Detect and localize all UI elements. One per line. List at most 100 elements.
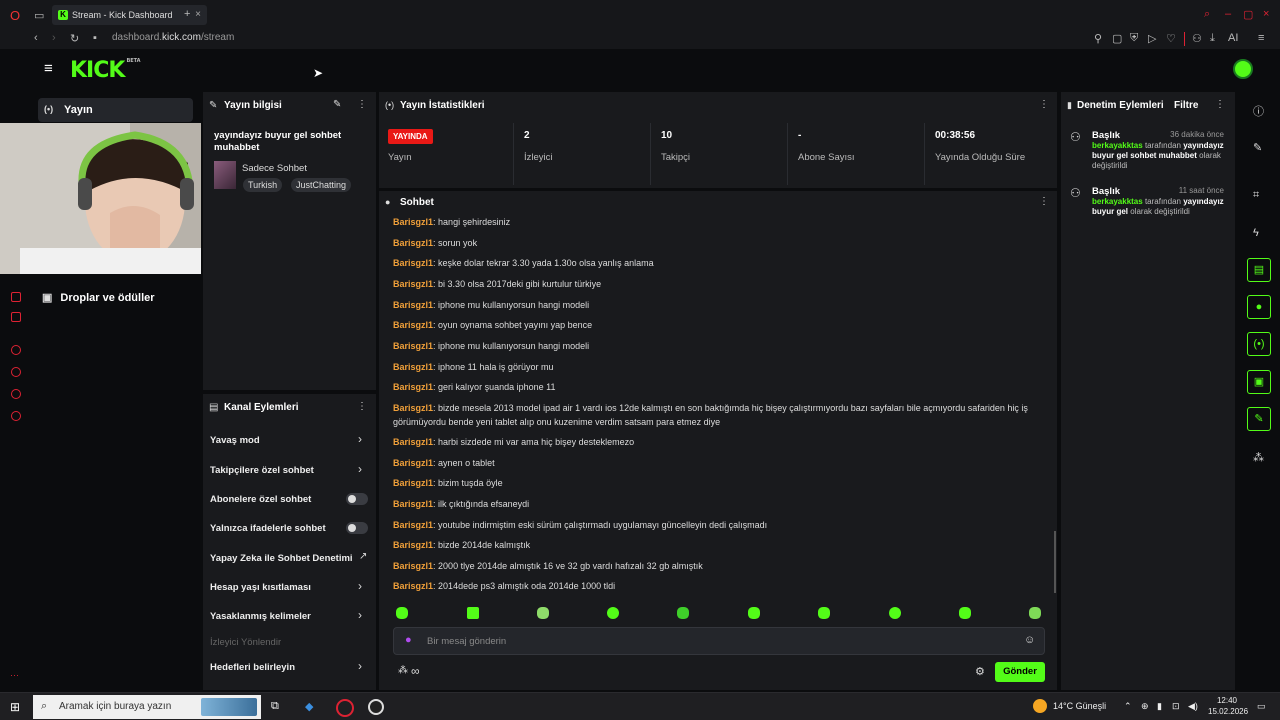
tray-icon[interactable]: ⊕: [1141, 701, 1149, 712]
category-name[interactable]: Sadece Sohbet: [242, 163, 307, 174]
tabs-icon[interactable]: ▭: [34, 9, 44, 22]
apps-icon[interactable]: ⁂: [1253, 451, 1264, 464]
reload-icon[interactable]: ↻: [70, 32, 79, 45]
emote-icon[interactable]: [396, 607, 408, 619]
channel-action-slow-mode[interactable]: Yavaş mod: [210, 435, 260, 446]
info-icon[interactable]: ⓘ: [1253, 103, 1264, 119]
screenshot-icon[interactable]: ⌗: [1253, 189, 1259, 202]
chat-input[interactable]: ● Bir mesaj gönderin ☺: [393, 627, 1045, 655]
chat-username[interactable]: Barisgzl1: [393, 499, 433, 509]
taskbar-search[interactable]: ⌕ Aramak için buraya yazın: [33, 695, 261, 719]
moderator-name[interactable]: berkayakktas: [1092, 141, 1143, 150]
chevron-right-icon[interactable]: ›: [358, 432, 362, 446]
emote-icon[interactable]: [1029, 607, 1041, 619]
emote-icon[interactable]: [818, 607, 830, 619]
chat-username[interactable]: Barisgzl1: [393, 458, 433, 468]
emote-icon[interactable]: [467, 607, 479, 619]
channel-action-banned-words[interactable]: Yasaklanmış kelimeler: [210, 611, 311, 622]
chevron-right-icon[interactable]: ›: [358, 608, 362, 622]
tray-icon[interactable]: ⊡: [1172, 701, 1180, 712]
external-link-icon[interactable]: ↗: [359, 551, 367, 562]
tag[interactable]: Turkish: [243, 178, 283, 192]
close-tab-icon[interactable]: ×: [195, 9, 201, 20]
menu-icon[interactable]: ≡: [1258, 32, 1264, 44]
back-icon[interactable]: ‹: [34, 32, 38, 44]
chat-username[interactable]: Barisgzl1: [393, 581, 433, 591]
emote-icon[interactable]: [677, 607, 689, 619]
subscribers-only-toggle[interactable]: [346, 493, 368, 505]
windows-start-icon[interactable]: ⊞: [10, 700, 20, 714]
sidebar-app-icon[interactable]: [11, 292, 21, 302]
chevron-right-icon[interactable]: ›: [358, 462, 362, 476]
chat-scrollbar[interactable]: [1054, 531, 1056, 593]
chat-username[interactable]: Barisgzl1: [393, 437, 433, 447]
close-window-icon[interactable]: ×: [1263, 8, 1269, 20]
chat-panel-button[interactable]: ●: [1247, 295, 1271, 319]
nav-item-stream[interactable]: (•) Yayın: [38, 98, 193, 122]
chat-username[interactable]: Barisgzl1: [393, 217, 433, 227]
emote-icon[interactable]: [889, 607, 901, 619]
heart-icon[interactable]: ♡: [1166, 32, 1176, 45]
chat-username[interactable]: Barisgzl1: [393, 300, 433, 310]
maximize-icon[interactable]: ▢: [1243, 8, 1253, 21]
taskbar-obs-icon[interactable]: [368, 699, 384, 715]
emoji-icon[interactable]: ☺: [1024, 634, 1035, 646]
sidebar-app-icon[interactable]: [11, 312, 21, 322]
actions-panel-button[interactable]: ▣: [1247, 370, 1271, 394]
tray-chevron-icon[interactable]: ⌃: [1124, 701, 1132, 712]
minimize-icon[interactable]: –: [1225, 8, 1231, 20]
emote-icon[interactable]: [537, 607, 549, 619]
chat-username[interactable]: Barisgzl1: [393, 341, 433, 351]
clock[interactable]: 12:40 15.02.2026: [1208, 695, 1248, 717]
chat-username[interactable]: Barisgzl1: [393, 520, 433, 530]
sidebar-app-icon[interactable]: [11, 411, 21, 421]
send-button[interactable]: Gönder: [995, 662, 1045, 682]
volume-icon[interactable]: ◀): [1188, 701, 1198, 712]
weather-text[interactable]: 14°C Güneşli: [1053, 701, 1106, 711]
chat-username[interactable]: Barisgzl1: [393, 540, 433, 550]
emote-icon[interactable]: [748, 607, 760, 619]
account-icon[interactable]: ⚇: [1192, 32, 1202, 45]
more-icon[interactable]: ⋮: [1039, 196, 1049, 207]
sidebar-app-icon[interactable]: [11, 367, 21, 377]
emote-icon[interactable]: [959, 607, 971, 619]
emote-icon[interactable]: [607, 607, 619, 619]
tools-panel-button[interactable]: ✎: [1247, 407, 1271, 431]
channel-action-account-age[interactable]: Hesap yaşı kısıtlaması: [210, 582, 311, 593]
new-tab-icon[interactable]: +: [184, 8, 190, 20]
notifications-icon[interactable]: ▭: [1257, 701, 1266, 712]
tray-icon[interactable]: ▮: [1157, 701, 1162, 712]
channel-action-ai-moderation[interactable]: Yapay Zeka ile Sohbet Denetimi: [210, 553, 353, 564]
chat-username[interactable]: Barisgzl1: [393, 478, 433, 488]
chat-tools-icon[interactable]: ⁂: [398, 665, 408, 676]
chevron-right-icon[interactable]: ›: [358, 579, 362, 593]
moderator-name[interactable]: berkayakktas: [1092, 197, 1143, 206]
chat-username[interactable]: Barisgzl1: [393, 403, 433, 413]
hamburger-icon[interactable]: ≡: [44, 60, 53, 77]
player-icon[interactable]: ▷: [1148, 32, 1156, 45]
taskbar-app-icon[interactable]: ◆: [305, 700, 313, 713]
forward-icon[interactable]: ›: [52, 32, 56, 44]
pin-icon[interactable]: ⚲: [1094, 32, 1102, 45]
more-icon[interactable]: ⋮: [1215, 99, 1225, 110]
opera-logo-icon[interactable]: O: [10, 8, 20, 23]
more-icon[interactable]: ⋮: [357, 99, 367, 110]
chat-username[interactable]: Barisgzl1: [393, 238, 433, 248]
more-icon[interactable]: ⋮: [357, 401, 367, 412]
edit-icon[interactable]: ✎: [1253, 141, 1262, 154]
search-tabs-icon[interactable]: ⌕: [1204, 8, 1210, 21]
nav-item-drops[interactable]: ▣ Droplar ve ödüller: [42, 291, 155, 304]
download-icon[interactable]: ⤓: [1210, 32, 1215, 45]
taskbar-opera-icon[interactable]: [336, 699, 354, 717]
url-field[interactable]: dashboard.kick.com/stream: [112, 32, 234, 43]
chat-username[interactable]: Barisgzl1: [393, 561, 433, 571]
chat-username[interactable]: Barisgzl1: [393, 258, 433, 268]
sidebar-more-icon[interactable]: ···: [10, 670, 19, 680]
edit-icon[interactable]: ✎: [333, 99, 341, 110]
avatar[interactable]: [1233, 59, 1253, 79]
task-view-icon[interactable]: ⧉: [271, 700, 279, 713]
stream-info-panel-button[interactable]: ▤: [1247, 258, 1271, 282]
chevron-right-icon[interactable]: ›: [358, 659, 362, 673]
chat-username[interactable]: Barisgzl1: [393, 362, 433, 372]
chat-username[interactable]: Barisgzl1: [393, 382, 433, 392]
